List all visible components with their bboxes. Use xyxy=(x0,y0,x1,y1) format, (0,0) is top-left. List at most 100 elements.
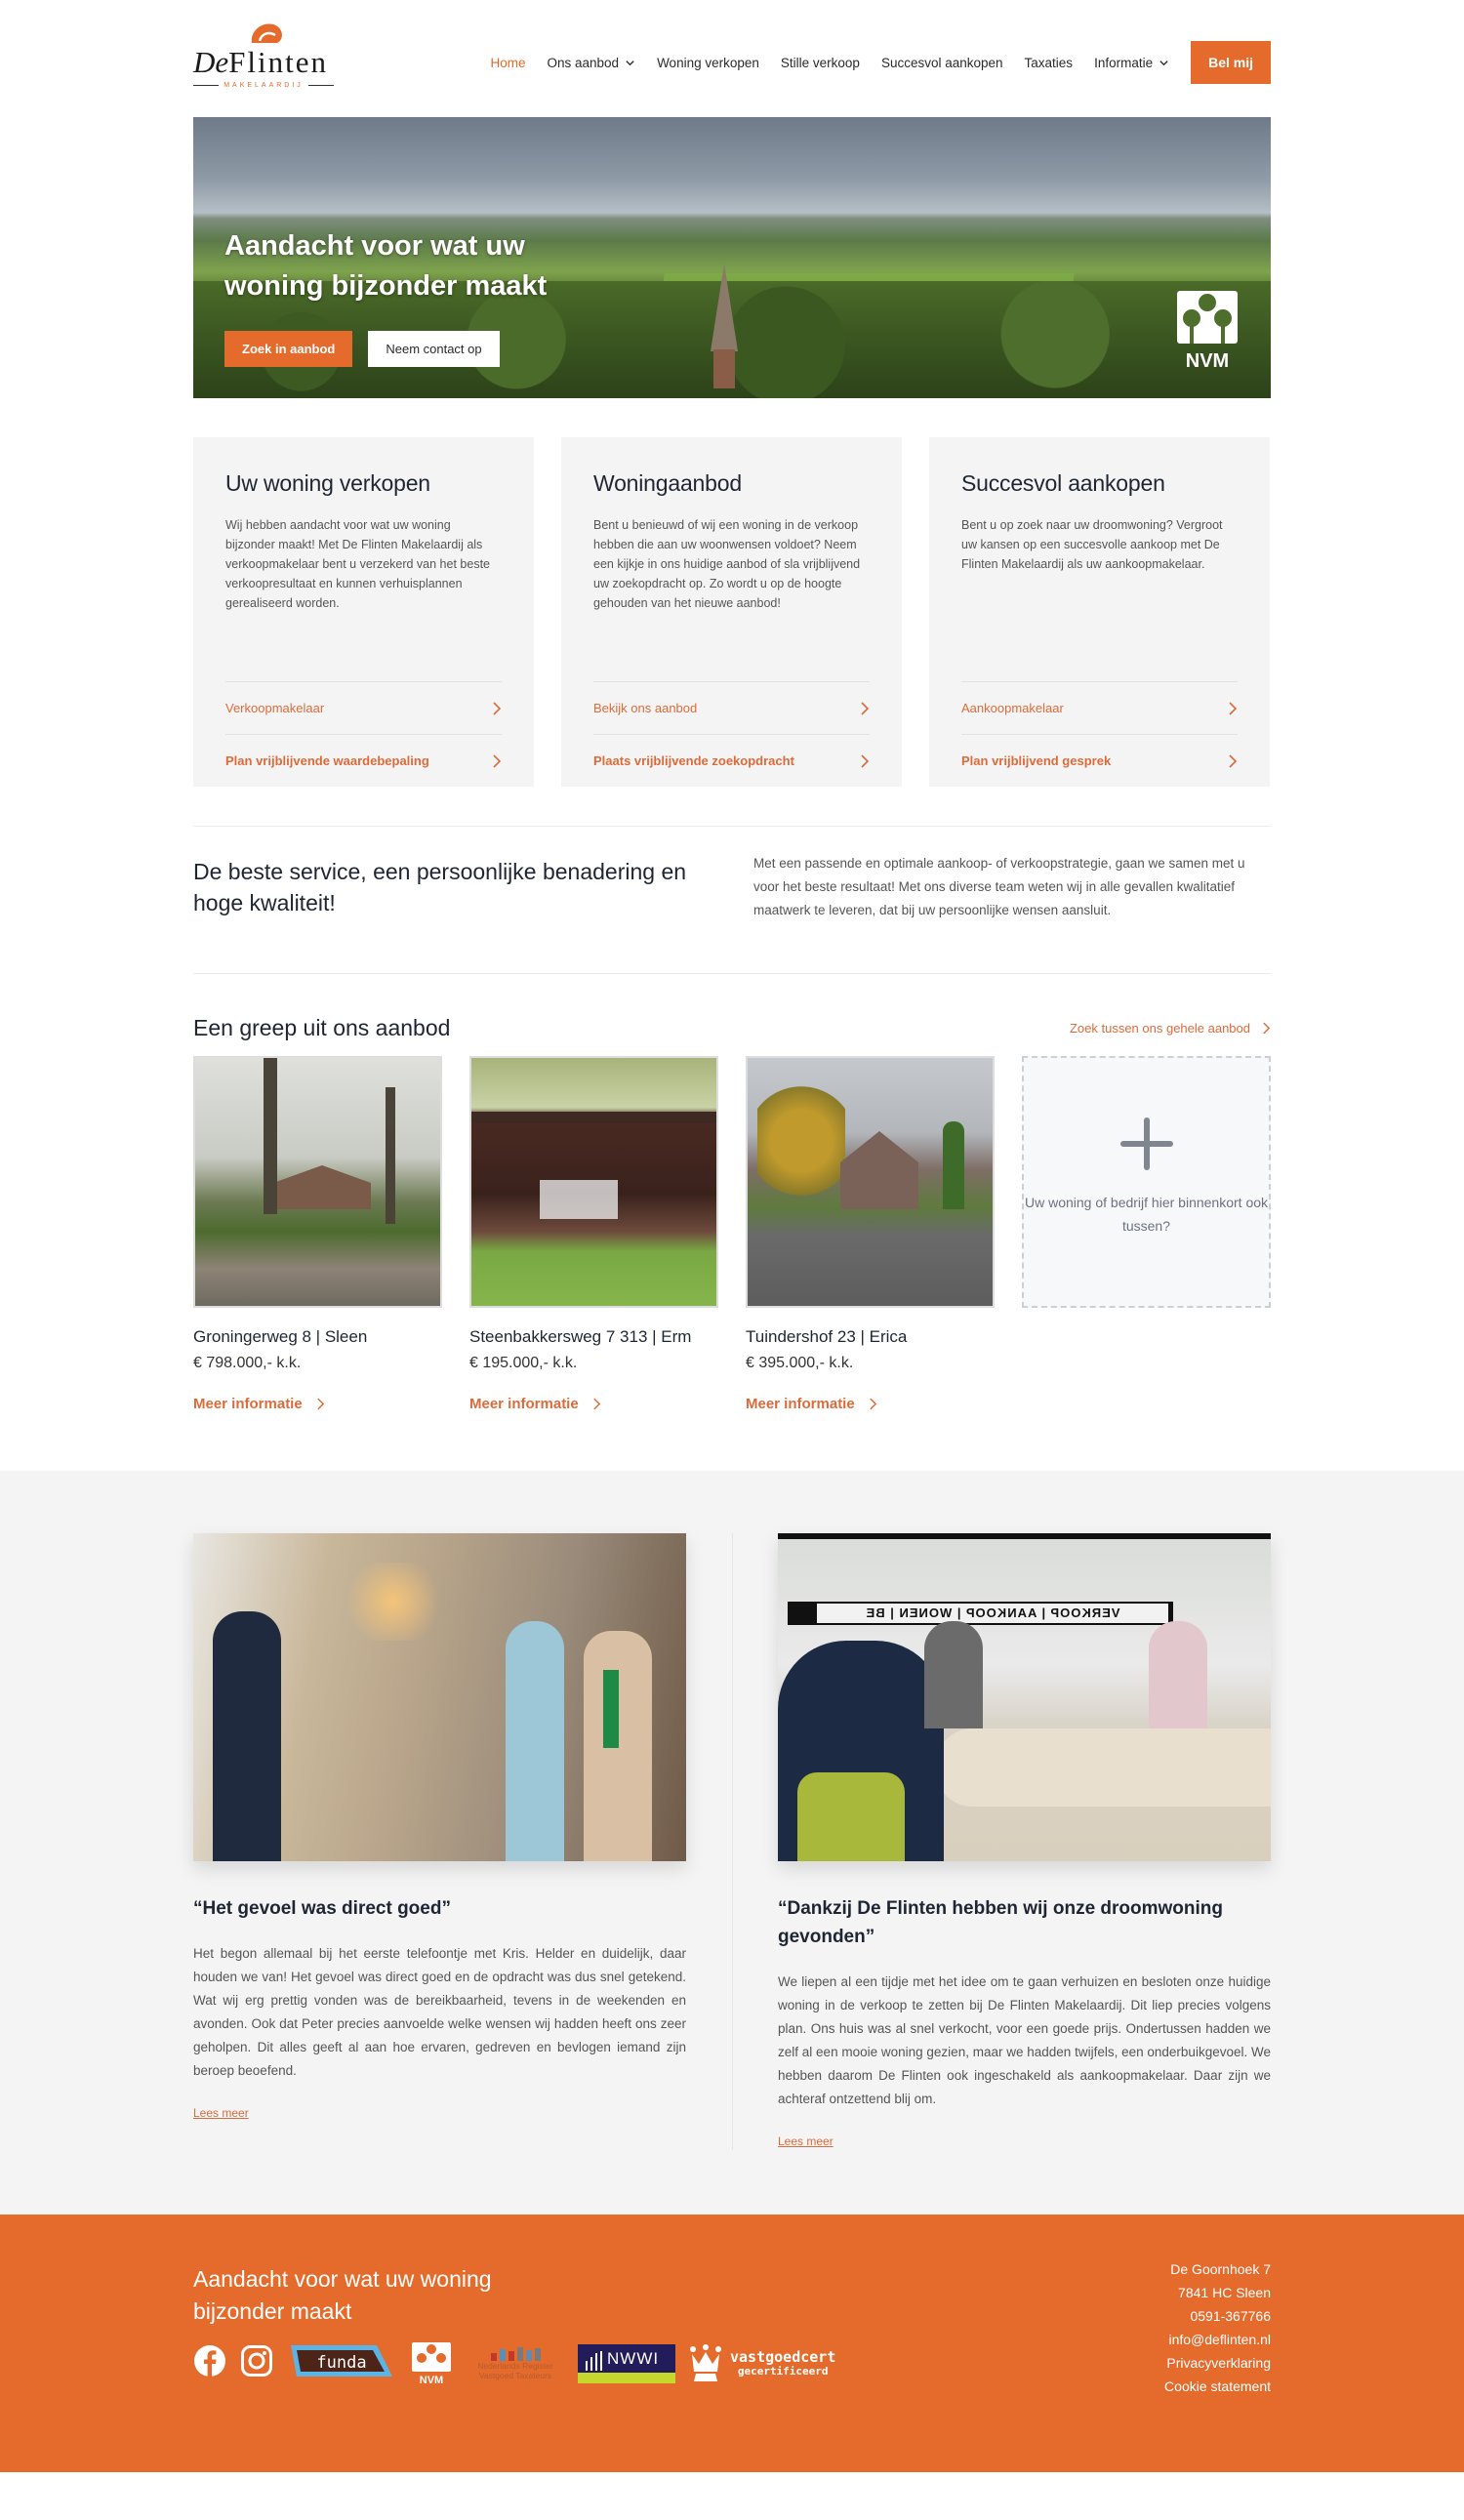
listing-card[interactable]: Groningerweg 8 | Sleen € 798.000,- k.k. … xyxy=(193,1056,442,1412)
more-info-link[interactable]: Meer informatie xyxy=(469,1396,718,1412)
service-text: Wij hebben aandacht voor wat uw woning b… xyxy=(225,518,490,610)
search-listings-button[interactable]: Zoek in aanbod xyxy=(224,331,353,367)
nvm-logo-icon: NVM xyxy=(1177,291,1238,371)
nav-home[interactable]: Home xyxy=(490,56,525,70)
chevron-right-icon xyxy=(316,1398,324,1410)
contact-button[interactable]: Neem contact op xyxy=(368,331,500,367)
call-me-button[interactable]: Bel mij xyxy=(1191,41,1271,84)
service-link[interactable]: Bekijk ons aanbod xyxy=(593,681,870,734)
chevron-right-icon xyxy=(861,701,870,715)
listing-price: € 395.000,- k.k. xyxy=(746,1355,854,1371)
hero-church-tower xyxy=(713,349,735,388)
testimonial-photo: VERKOOP | AANKOOP | WONEN | BE xyxy=(778,1533,1271,1861)
nav-stille-verkoop[interactable]: Stille verkoop xyxy=(781,56,860,70)
chevron-right-icon xyxy=(869,1398,876,1410)
add-listing-text: Uw woning of bedrijf hier binnenkort ook… xyxy=(1024,1195,1269,1234)
testimonial-text: Het begon allemaal bij het eerste telefo… xyxy=(193,1946,686,2078)
logo-flint-icon xyxy=(251,23,282,43)
vastgoedcert-logo: vastgoedcert gecertificeerd xyxy=(689,2343,835,2383)
add-listing-card[interactable]: Uw woning of bedrijf hier binnenkort ook… xyxy=(1022,1056,1271,1412)
testimonial: VERKOOP | AANKOOP | WONEN | BE “Dankzij … xyxy=(778,1533,1271,2150)
service-title: Uw woning verkopen xyxy=(225,470,430,496)
listing-photo[interactable] xyxy=(469,1056,718,1308)
site-logo[interactable]: DeFlinten MAKELAARDIJ xyxy=(193,21,340,90)
service-link[interactable]: Plaats vrijblijvende zoekopdracht xyxy=(593,734,870,787)
main-nav: Home Ons aanbod Woning verkopen Stille v… xyxy=(490,41,1271,84)
listing-address: Groningerweg 8 | Sleen xyxy=(193,1327,368,1346)
service-card: Woningaanbod Bent u benieuwd of wij een … xyxy=(561,437,902,787)
logo-subtitle: MAKELAARDIJ xyxy=(193,82,334,89)
service-title: Woningaanbod xyxy=(593,470,742,496)
testimonials-section: “Het gevoel was direct goed” Het begon a… xyxy=(0,1471,1464,2215)
nav-informatie[interactable]: Informatie xyxy=(1094,56,1169,70)
listing-address: Tuindershof 23 | Erica xyxy=(746,1327,908,1346)
service-link[interactable]: Plan vrijblijvend gesprek xyxy=(961,734,1238,787)
all-listings-link[interactable]: Zoek tussen ons gehele aanbod xyxy=(1070,1021,1271,1036)
plus-icon xyxy=(1119,1118,1173,1170)
divider xyxy=(732,1533,733,2150)
service-link[interactable]: Verkoopmakelaar xyxy=(225,681,502,734)
crown-icon xyxy=(690,2343,721,2381)
testimonial-title: “Het gevoel was direct goed” xyxy=(193,1898,451,1919)
chevron-right-icon xyxy=(861,753,870,768)
testimonial-text: We liepen al een tijdje met het idee om … xyxy=(778,1974,1271,2106)
nav-ons-aanbod[interactable]: Ons aanbod xyxy=(548,56,636,70)
read-more-link[interactable]: Lees meer xyxy=(778,2134,834,2148)
privacy-link[interactable]: Privacyverklaring xyxy=(1164,2351,1271,2375)
chevron-right-icon xyxy=(592,1398,600,1410)
add-listing-placeholder[interactable]: Uw woning of bedrijf hier binnenkort ook… xyxy=(1022,1056,1271,1308)
facebook-icon[interactable] xyxy=(193,2344,226,2382)
nav-woning-verkopen[interactable]: Woning verkopen xyxy=(657,56,759,70)
read-more-link[interactable]: Lees meer xyxy=(193,2106,249,2120)
listing-card[interactable]: Steenbakkersweg 7 313 | Erm € 195.000,- … xyxy=(469,1056,718,1412)
testimonial: “Het gevoel was direct goed” Het begon a… xyxy=(193,1533,686,2150)
more-info-link[interactable]: Meer informatie xyxy=(193,1396,442,1412)
testimonial-title: “Dankzij De Flinten hebben wij onze droo… xyxy=(778,1898,1224,1947)
intro-text: Met een passende en optimale aankoop- of… xyxy=(753,856,1245,917)
hero-title: Aandacht voor wat uw woning bijzonder ma… xyxy=(224,230,548,302)
cookie-link[interactable]: Cookie statement xyxy=(1164,2375,1271,2398)
service-link[interactable]: Plan vrijblijvende waardebepaling xyxy=(225,734,502,787)
svg-text:NVM: NVM xyxy=(420,2375,443,2385)
nav-succesvol-aankopen[interactable]: Succesvol aankopen xyxy=(881,56,1003,70)
listing-price: € 798.000,- k.k. xyxy=(193,1355,302,1371)
intro-heading: De beste service, een persoonlijke benad… xyxy=(193,859,687,915)
footer-email-link[interactable]: info@deflinten.nl xyxy=(1164,2328,1271,2351)
listing-photo[interactable] xyxy=(193,1056,442,1308)
chevron-right-icon xyxy=(1229,701,1238,715)
listing-card[interactable]: Tuindershof 23 | Erica € 395.000,- k.k. … xyxy=(746,1056,995,1412)
footer-phone-link[interactable]: 0591-367766 xyxy=(1164,2304,1271,2328)
instagram-icon[interactable] xyxy=(240,2344,273,2382)
service-card: Uw woning verkopen Wij hebben aandacht v… xyxy=(193,437,534,787)
svg-text:funda: funda xyxy=(316,2353,366,2373)
intro-section: De beste service, een persoonlijke benad… xyxy=(193,827,1271,973)
footer-city: 7841 HC Sleen xyxy=(1178,2285,1271,2300)
nav-taxaties[interactable]: Taxaties xyxy=(1025,56,1074,70)
listing-address: Steenbakkersweg 7 313 | Erm xyxy=(469,1327,692,1346)
service-link[interactable]: Aankoopmakelaar xyxy=(961,681,1238,734)
service-text: Bent u benieuwd of wij een woning in de … xyxy=(593,518,861,610)
chevron-down-icon xyxy=(1159,60,1168,65)
more-info-link[interactable]: Meer informatie xyxy=(746,1396,995,1412)
listing-price: € 195.000,- k.k. xyxy=(469,1355,578,1371)
nrvt-logo: Nederlands Register Vastgoed Taxateurs xyxy=(467,2346,564,2380)
svg-text:NVM: NVM xyxy=(1186,350,1229,371)
chevron-right-icon xyxy=(493,753,502,768)
site-footer: Aandacht voor wat uw woning bijzonder ma… xyxy=(0,2215,1464,2472)
divider xyxy=(193,973,1271,974)
testimonial-photo xyxy=(193,1533,686,1861)
footer-logos: funda NVM Nederlands Register Vastgoed T… xyxy=(193,2341,835,2385)
service-text: Bent u op zoek naar uw droomwoning? Verg… xyxy=(961,518,1223,571)
funda-logo[interactable]: funda xyxy=(287,2341,396,2385)
hero-banner: Aandacht voor wat uw woning bijzonder ma… xyxy=(193,117,1271,398)
listings-section: Een greep uit ons aanbod Zoek tussen ons… xyxy=(193,1013,1271,1412)
listings-heading: Een greep uit ons aanbod xyxy=(193,1014,451,1040)
listing-photo[interactable] xyxy=(746,1056,995,1308)
chevron-right-icon xyxy=(1263,1022,1271,1034)
nvm-logo-icon: NVM xyxy=(412,2341,451,2385)
service-card: Succesvol aankopen Bent u op zoek naar u… xyxy=(929,437,1270,787)
footer-title: Aandacht voor wat uw woning bijzonder ma… xyxy=(193,2266,492,2324)
hero-church-spire xyxy=(711,264,738,351)
footer-contact: De Goornhoek 7 7841 HC Sleen 0591-367766… xyxy=(1164,2257,1271,2398)
chevron-right-icon xyxy=(1229,753,1238,768)
